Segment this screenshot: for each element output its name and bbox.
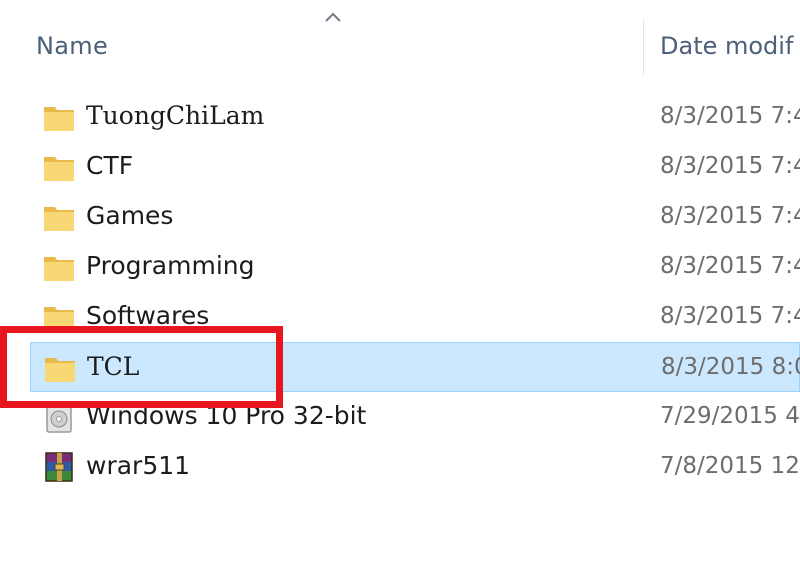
file-date: 8/3/2015 7:4: [660, 103, 800, 129]
folder-icon: [44, 207, 74, 231]
file-date: 8/3/2015 7:4: [660, 153, 800, 179]
file-row-selected[interactable]: TCL 8/3/2015 8:0: [30, 342, 800, 392]
file-date: 7/8/2015 12: [660, 453, 800, 479]
folder-icon: [44, 107, 74, 131]
name-column-header[interactable]: Name: [36, 32, 108, 60]
file-row[interactable]: Windows 10 Pro 32-bit 7/29/2015 4: [30, 392, 800, 442]
folder-icon: [44, 307, 74, 331]
file-date: 8/3/2015 7:4: [660, 303, 800, 329]
file-row[interactable]: wrar511 7/8/2015 12: [30, 442, 800, 492]
folder-icon: [45, 358, 75, 382]
folder-icon: [44, 157, 74, 181]
file-date: 8/3/2015 7:4: [660, 253, 800, 279]
file-date: 7/29/2015 4: [660, 403, 800, 429]
file-name: Games: [86, 201, 174, 230]
file-date: 8/3/2015 8:0: [661, 354, 800, 380]
file-row[interactable]: TuongChiLam 8/3/2015 7:4: [30, 92, 800, 142]
date-modified-column-header[interactable]: Date modif: [660, 32, 793, 60]
winrar-icon: [45, 452, 73, 482]
disc-image-icon: [46, 402, 72, 433]
file-date: 8/3/2015 7:4: [660, 203, 800, 229]
file-row[interactable]: Games 8/3/2015 7:4: [30, 192, 800, 242]
file-name: Softwares: [86, 301, 210, 330]
column-divider[interactable]: [643, 18, 644, 76]
file-row[interactable]: CTF 8/3/2015 7:4: [30, 142, 800, 192]
file-name: Programming: [86, 251, 255, 280]
file-row[interactable]: Programming 8/3/2015 7:4: [30, 242, 800, 292]
file-name: CTF: [86, 151, 134, 180]
file-name: Windows 10 Pro 32-bit: [86, 401, 367, 430]
file-name: TuongChiLam: [86, 101, 265, 130]
file-name: wrar511: [86, 451, 191, 480]
column-header: Name Date modif: [0, 0, 800, 76]
file-row[interactable]: Softwares 8/3/2015 7:4: [30, 292, 800, 342]
folder-icon: [44, 257, 74, 281]
sort-ascending-icon[interactable]: [324, 10, 342, 24]
file-name: TCL: [87, 352, 140, 381]
